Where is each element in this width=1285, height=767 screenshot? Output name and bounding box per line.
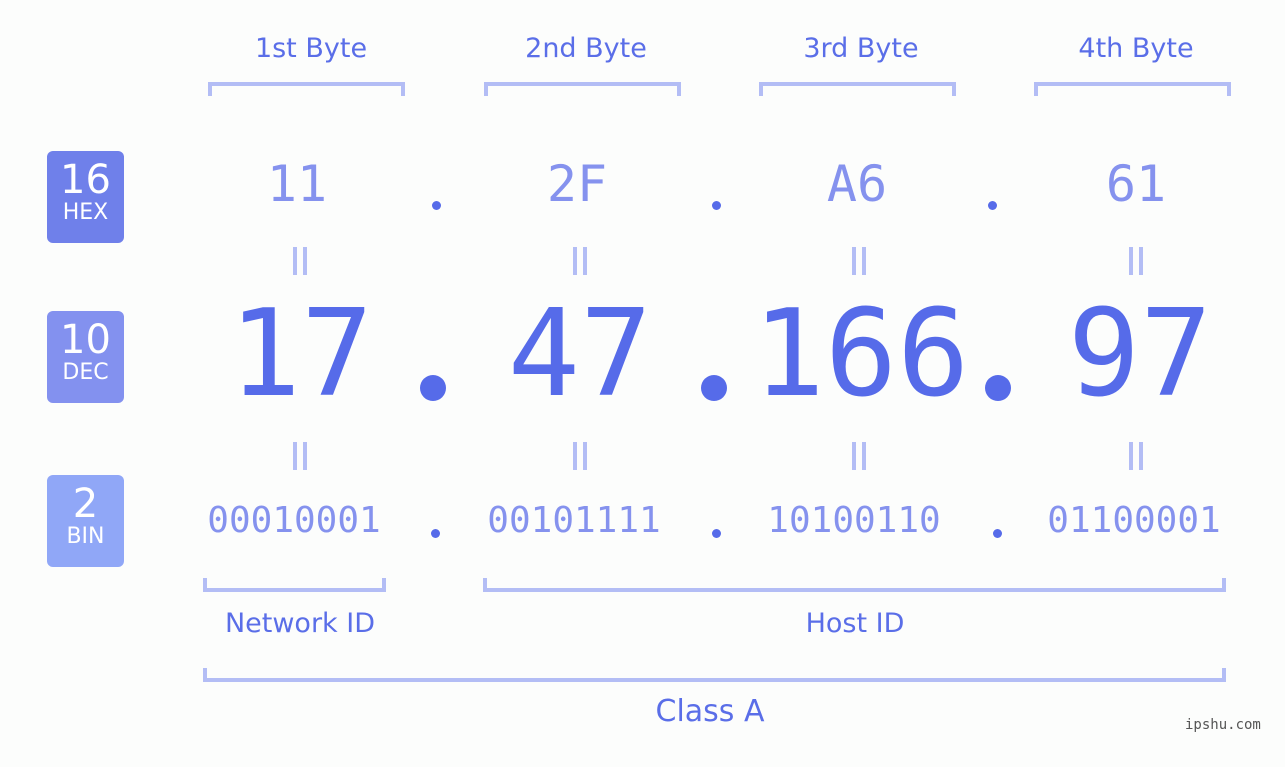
hex-dot-3 bbox=[988, 201, 997, 210]
host-id-bracket bbox=[483, 578, 1226, 592]
hex-octet-4: 61 bbox=[1105, 155, 1167, 213]
dec-dot-3 bbox=[985, 375, 1011, 401]
byte-bracket-1 bbox=[208, 82, 405, 96]
equals-icon bbox=[571, 442, 589, 470]
bin-dot-3 bbox=[993, 529, 1002, 538]
bin-base-label: BIN bbox=[66, 524, 105, 549]
byte-header-3: 3rd Byte bbox=[803, 33, 919, 64]
byte-header-4: 4th Byte bbox=[1078, 33, 1194, 64]
hex-dot-1 bbox=[432, 201, 441, 210]
equals-icon bbox=[1127, 247, 1145, 275]
dec-dot-1 bbox=[420, 375, 446, 401]
dec-dot-2 bbox=[701, 375, 727, 401]
hex-base-label: HEX bbox=[62, 200, 109, 225]
watermark: ipshu.com bbox=[1185, 717, 1261, 733]
hex-base-number: 16 bbox=[60, 157, 111, 203]
byte-header-2: 2nd Byte bbox=[525, 33, 647, 64]
hex-octet-2: 2F bbox=[546, 155, 608, 213]
dec-badge: 10 DEC bbox=[47, 311, 124, 403]
host-id-label: Host ID bbox=[805, 608, 905, 639]
dec-octet-4: 97 bbox=[1067, 285, 1213, 424]
dec-octet-2: 47 bbox=[507, 285, 653, 424]
class-bracket bbox=[203, 668, 1226, 682]
bin-base-number: 2 bbox=[72, 481, 99, 527]
hex-dot-2 bbox=[712, 201, 721, 210]
byte-header-1: 1st Byte bbox=[254, 33, 368, 64]
equals-icon bbox=[850, 442, 868, 470]
bin-dot-2 bbox=[712, 529, 721, 538]
equals-icon bbox=[291, 247, 309, 275]
byte-bracket-3 bbox=[759, 82, 956, 96]
bin-octet-1: 00010001 bbox=[207, 500, 381, 541]
bin-octet-3: 10100110 bbox=[767, 500, 941, 541]
byte-bracket-2 bbox=[484, 82, 681, 96]
network-id-bracket bbox=[203, 578, 386, 592]
bin-octet-2: 00101111 bbox=[487, 500, 661, 541]
equals-icon bbox=[291, 442, 309, 470]
dec-octet-3: 166 bbox=[752, 285, 970, 424]
network-id-label: Network ID bbox=[224, 608, 376, 639]
dec-base-number: 10 bbox=[60, 317, 111, 363]
byte-bracket-4 bbox=[1034, 82, 1231, 96]
hex-badge: 16 HEX bbox=[47, 151, 124, 243]
equals-icon bbox=[850, 247, 868, 275]
bin-badge: 2 BIN bbox=[47, 475, 124, 567]
hex-octet-1: 11 bbox=[266, 155, 328, 213]
class-label: Class A bbox=[655, 694, 765, 729]
bin-octet-4: 01100001 bbox=[1047, 500, 1221, 541]
dec-base-label: DEC bbox=[62, 360, 109, 385]
equals-icon bbox=[571, 247, 589, 275]
bin-dot-1 bbox=[431, 529, 440, 538]
equals-icon bbox=[1127, 442, 1145, 470]
dec-octet-1: 17 bbox=[228, 285, 374, 424]
hex-octet-3: A6 bbox=[826, 155, 888, 213]
